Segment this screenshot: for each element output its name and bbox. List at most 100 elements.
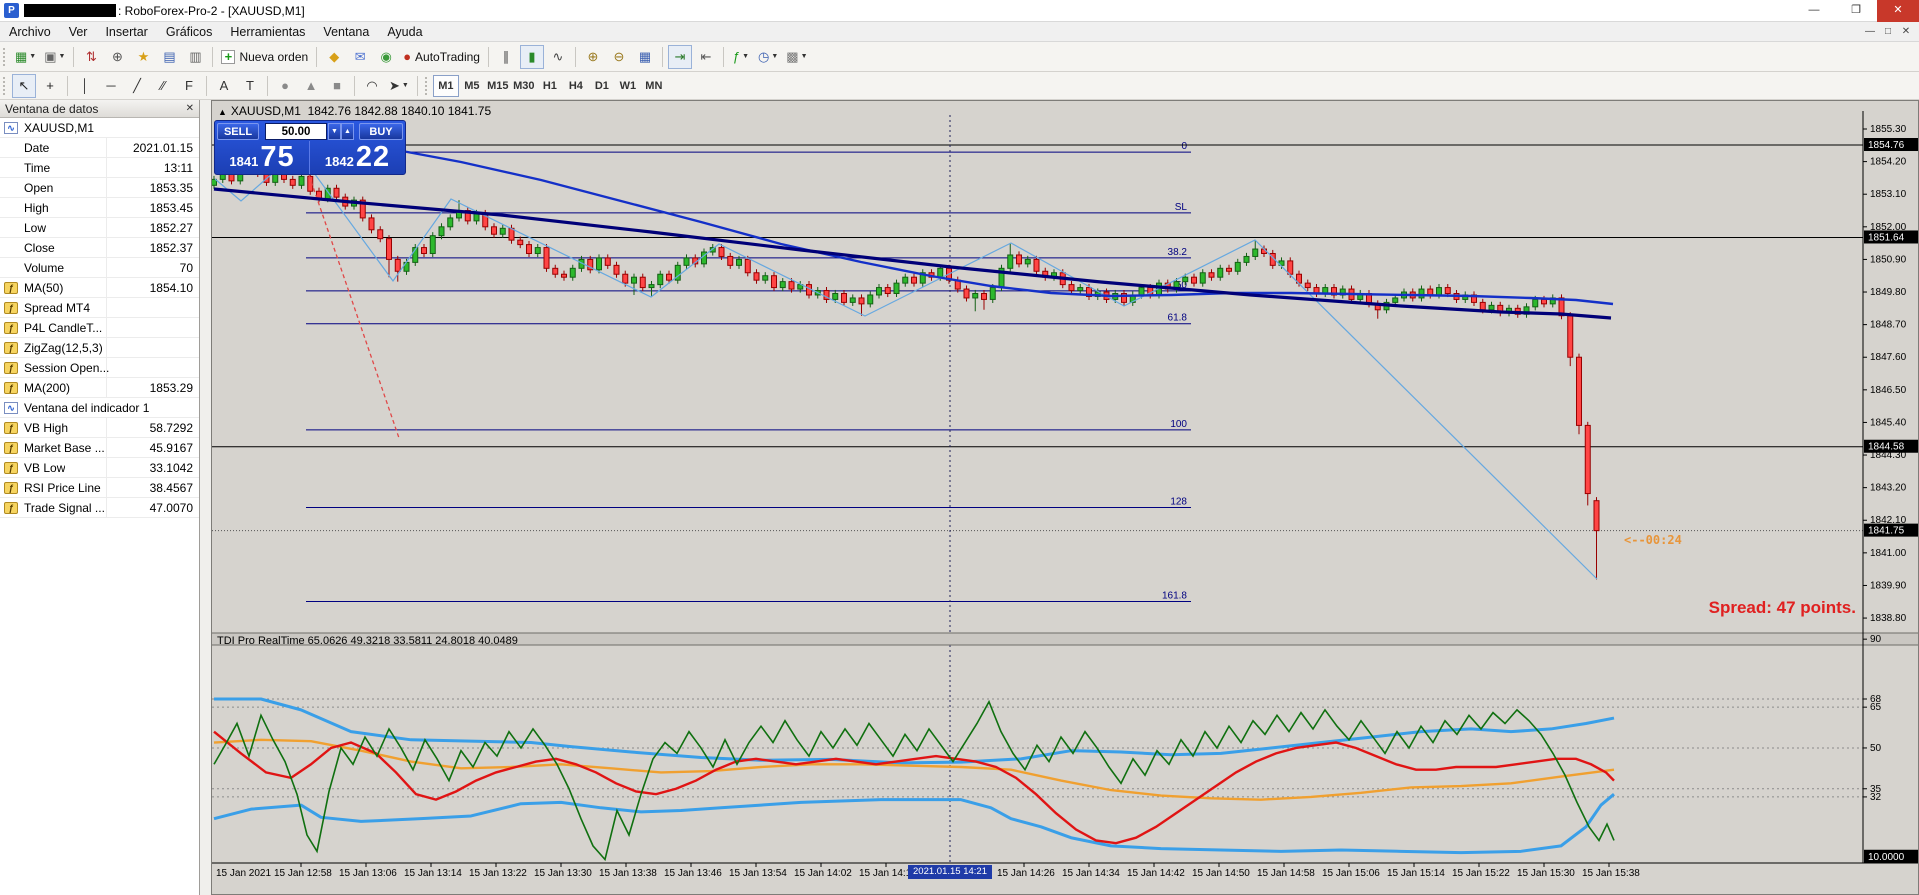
timeframe-w1[interactable]: W1 [615, 75, 641, 97]
candle-body [1585, 425, 1590, 493]
navigator-button[interactable]: ⊕ [105, 45, 129, 69]
candle-body [1227, 268, 1232, 271]
candle-body [299, 176, 304, 185]
toolbar-grip[interactable] [3, 48, 8, 66]
indicators-list-button[interactable]: ƒ▼ [729, 45, 753, 69]
timeframe-mn[interactable]: MN [641, 75, 667, 97]
zoom-in-icon: ⊕ [588, 49, 599, 65]
trendline-button[interactable]: ╱ [125, 74, 149, 98]
sell-price[interactable]: 1841 75 [215, 141, 310, 174]
data-window-close-icon[interactable]: ✕ [186, 103, 194, 114]
autotrading-button[interactable]: ●AutoTrading [400, 45, 483, 69]
menu-archivo[interactable]: Archivo [0, 22, 60, 42]
crosshair-button[interactable]: + [38, 74, 62, 98]
timeframe-h4[interactable]: H4 [563, 75, 589, 97]
data-window-title: Ventana de datos [5, 102, 98, 116]
triangle-button[interactable]: ▲ [299, 74, 323, 98]
text-button[interactable]: A [212, 74, 236, 98]
fib-level-label: 61.8 [1168, 313, 1188, 324]
new-chart-button[interactable]: ▦▼ [12, 45, 39, 69]
child-minimize-button[interactable]: — [1861, 23, 1879, 41]
market-watch-button[interactable]: ⇅ [79, 45, 103, 69]
window-close-button[interactable]: ✕ [1877, 0, 1919, 22]
experts-mail-button[interactable]: ✉ [348, 45, 372, 69]
rectangle-button[interactable]: ■ [325, 74, 349, 98]
candle-body [1253, 249, 1258, 256]
menu-herramientas[interactable]: Herramientas [221, 22, 314, 42]
timeframe-m15[interactable]: M15 [485, 75, 511, 97]
timeframe-h1[interactable]: H1 [537, 75, 563, 97]
candlestick-mode-button[interactable]: ▮ [520, 45, 544, 69]
bar-chart-mode-button[interactable]: ∥ [494, 45, 518, 69]
chart-window[interactable]: 0SL38.25061.8100128161.81855.301854.2018… [211, 100, 1919, 895]
candle-body [500, 228, 505, 234]
arrows-button[interactable]: ➤▼ [386, 74, 412, 98]
strategy-tester-icon: ▥ [189, 49, 201, 65]
timeframe-m1[interactable]: M1 [433, 75, 459, 97]
timeframe-d1[interactable]: D1 [589, 75, 615, 97]
candle-body [990, 288, 995, 300]
ellipse-button[interactable]: ● [273, 74, 297, 98]
periods-button[interactable]: ◷▼ [755, 45, 781, 69]
menu-ver[interactable]: Ver [60, 22, 97, 42]
menu-grficos[interactable]: Gráficos [157, 22, 222, 42]
strategy-tester-button[interactable]: ▥ [183, 45, 207, 69]
toolbar-grip[interactable] [3, 77, 8, 95]
profiles-button[interactable]: ▣▼ [41, 45, 68, 69]
menu-insertar[interactable]: Insertar [96, 22, 156, 42]
vertical-line-button[interactable]: │ [73, 74, 97, 98]
sell-button[interactable]: SELL [217, 123, 259, 140]
volume-down-stepper[interactable]: ▼ [328, 123, 341, 140]
horizontal-line-button[interactable]: ─ [99, 74, 123, 98]
news-button[interactable]: ◉ [374, 45, 398, 69]
candle-body [1017, 255, 1022, 264]
volume-up-stepper[interactable]: ▲ [341, 123, 354, 140]
zoom-in-button[interactable]: ⊕ [581, 45, 605, 69]
row-value: 1853.29 [150, 381, 193, 395]
zoom-out-button[interactable]: ⊖ [607, 45, 631, 69]
candle-body [1034, 259, 1039, 271]
cursor-icon: ↖ [19, 78, 30, 94]
metaeditor-button[interactable]: ◆ [322, 45, 346, 69]
one-click-panel-toggle[interactable]: ▲ [218, 107, 227, 117]
price-tick-label: 1849.80 [1870, 287, 1907, 298]
data-window-header[interactable]: Ventana de datos ✕ [0, 100, 199, 118]
menu-ayuda[interactable]: Ayuda [378, 22, 431, 42]
equidistant-channel-button[interactable]: ∕∕ [151, 74, 175, 98]
candle-body [1533, 299, 1538, 306]
data-window-button[interactable]: ▤ [157, 45, 181, 69]
new-order-icon: + [221, 50, 235, 64]
price-tag-label: 1851.64 [1868, 232, 1905, 243]
fibo-arc-button[interactable]: ◠ [360, 74, 384, 98]
window-minimize-button[interactable]: — [1793, 0, 1835, 22]
buy-button[interactable]: BUY [359, 123, 403, 140]
line-chart-mode-button[interactable]: ∿ [546, 45, 570, 69]
chart-canvas[interactable]: 0SL38.25061.8100128161.81855.301854.2018… [212, 101, 1918, 894]
price-tick-label: 1839.90 [1870, 580, 1907, 591]
text-label-button[interactable]: T [238, 74, 262, 98]
window-maximize-button[interactable]: ❐ [1835, 0, 1877, 22]
timeframe-m5[interactable]: M5 [459, 75, 485, 97]
time-tick-label: 15 Jan 14:42 [1127, 868, 1185, 879]
toolbar-grip[interactable] [425, 77, 430, 95]
chart-shift-button[interactable]: ⇤ [694, 45, 718, 69]
one-click-trading-panel: SELL 50.00 ▼ ▲ BUY 1841 75 1842 22 [214, 120, 406, 175]
candle-body [973, 294, 978, 298]
auto-scroll-button[interactable]: ⇥ [668, 45, 692, 69]
timeframe-m30[interactable]: M30 [511, 75, 537, 97]
chevron-down-icon: ▼ [29, 53, 36, 60]
favorites-button[interactable]: ★ [131, 45, 155, 69]
new-order-button[interactable]: +Nueva orden [218, 45, 311, 69]
metaeditor-icon: ◆ [329, 49, 339, 65]
menu-ventana[interactable]: Ventana [314, 22, 378, 42]
child-close-button[interactable]: ✕ [1897, 23, 1915, 41]
volume-input[interactable]: 50.00 [265, 123, 327, 140]
fibonacci-retracement-button[interactable]: F [177, 74, 201, 98]
templates-button[interactable]: ▩▼ [783, 45, 810, 69]
menu-bar: ArchivoVerInsertarGráficosHerramientasVe… [0, 22, 1919, 42]
tile-windows-button[interactable]: ▦ [633, 45, 657, 69]
child-restore-button[interactable]: □ [1879, 23, 1897, 41]
cursor-button[interactable]: ↖ [12, 74, 36, 98]
candle-body [1209, 273, 1214, 277]
buy-price[interactable]: 1842 22 [310, 141, 405, 174]
